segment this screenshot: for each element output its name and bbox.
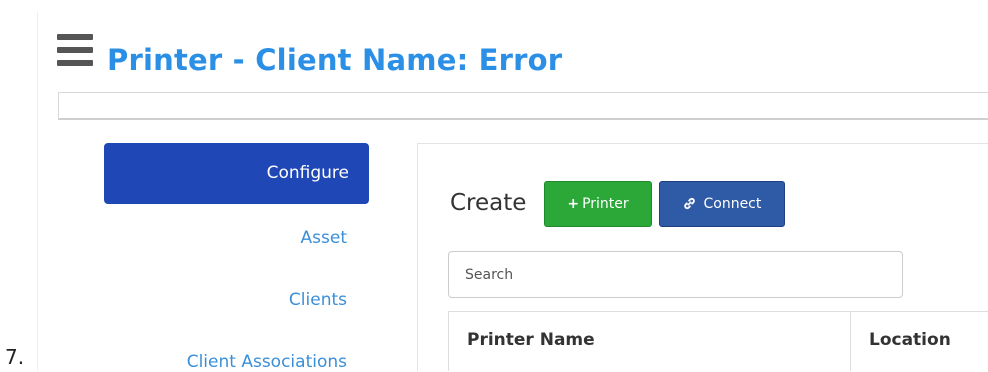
list-item-number: 7. xyxy=(5,345,25,369)
sidebar-item-configure[interactable]: Configure xyxy=(104,143,369,204)
create-label: Create xyxy=(450,190,527,216)
add-printer-button[interactable]: + Printer xyxy=(544,181,652,227)
hamburger-menu-icon[interactable] xyxy=(57,34,93,66)
page-title: Printer - Client Name: Error xyxy=(107,43,563,77)
sidebar-item-asset[interactable]: Asset xyxy=(301,228,347,248)
link-icon xyxy=(683,196,701,212)
column-header-location[interactable]: Location xyxy=(851,312,988,371)
column-header-printer-name[interactable]: Printer Name xyxy=(449,312,851,371)
sidebar-item-client-associations[interactable]: Client Associations xyxy=(187,352,347,372)
page-divider xyxy=(37,12,38,371)
search-input[interactable] xyxy=(448,251,903,298)
connect-button[interactable]: Connect xyxy=(659,181,785,227)
plus-icon: + xyxy=(567,196,580,212)
table-header: Printer Name Location xyxy=(448,311,988,371)
header-bar xyxy=(58,92,988,120)
connect-label: Connect xyxy=(703,196,762,212)
add-printer-label: Printer xyxy=(582,196,629,212)
sidebar-item-clients[interactable]: Clients xyxy=(289,290,347,310)
